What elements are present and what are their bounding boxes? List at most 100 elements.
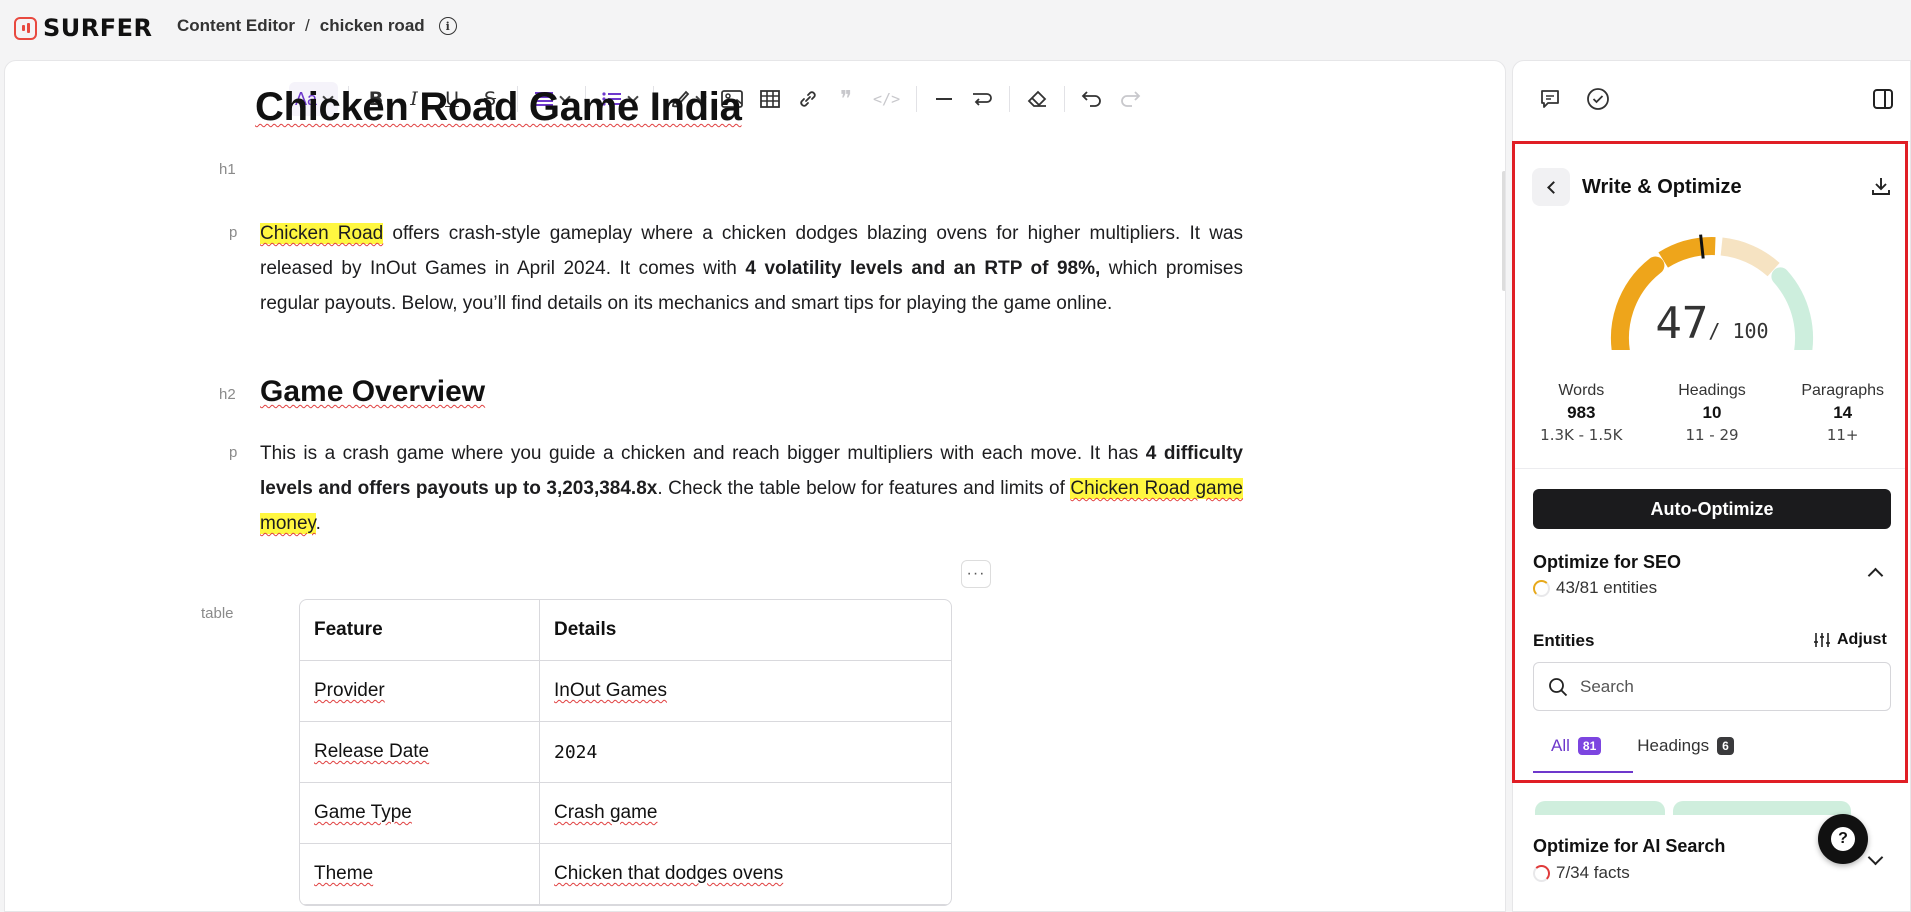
comments-button[interactable] bbox=[1537, 86, 1563, 112]
entity-search-input[interactable]: Search bbox=[1533, 662, 1891, 711]
p-tag-2: p bbox=[229, 444, 238, 461]
download-button[interactable] bbox=[1870, 175, 1892, 202]
ai-section-title[interactable]: Optimize for AI Search bbox=[1533, 836, 1725, 857]
download-icon bbox=[1872, 178, 1890, 195]
code-icon: </> bbox=[873, 90, 901, 108]
search-placeholder: Search bbox=[1580, 676, 1634, 696]
search-icon bbox=[1549, 677, 1568, 696]
panel-toggle-button[interactable] bbox=[1872, 88, 1894, 115]
eraser-icon bbox=[1027, 90, 1047, 107]
seo-progress: 43/81 entities bbox=[1533, 578, 1657, 598]
breadcrumb-section[interactable]: Content Editor bbox=[177, 16, 295, 36]
back-button[interactable] bbox=[1532, 168, 1570, 206]
score-max: / 100 bbox=[1708, 319, 1769, 343]
line-break-button[interactable] bbox=[965, 82, 999, 116]
quote-button[interactable]: ❞ bbox=[829, 82, 863, 116]
table-cell[interactable]: InOut Games bbox=[540, 661, 951, 722]
top-bar: SURFER Content Editor / chicken road i bbox=[0, 0, 1911, 54]
entities-title: Entities bbox=[1533, 631, 1595, 650]
paragraph-2[interactable]: This is a crash game where you guide a c… bbox=[260, 436, 1244, 541]
help-icon: ? bbox=[1831, 827, 1855, 851]
table-cell[interactable]: Crash game bbox=[540, 783, 951, 844]
heading-2[interactable]: Game Overview bbox=[260, 375, 485, 409]
progress-ring-icon bbox=[1533, 864, 1550, 882]
tab-headings[interactable]: Headings 6 bbox=[1619, 733, 1752, 759]
entity-tabs: All 81 Headings 6 bbox=[1533, 733, 1752, 759]
help-button[interactable]: ? bbox=[1818, 814, 1868, 864]
highlighted-keyword: Chicken Road bbox=[260, 223, 384, 244]
entity-chip[interactable] bbox=[1673, 801, 1851, 815]
count-badge: 81 bbox=[1577, 737, 1602, 755]
table-row: Game Type Crash game bbox=[300, 783, 951, 844]
sliders-icon bbox=[1814, 633, 1830, 647]
content-stats: Words 983 1.3K - 1.5K Headings 10 11 - 2… bbox=[1516, 382, 1908, 444]
table-cell[interactable]: Theme bbox=[300, 844, 540, 905]
table-header-row: Feature Details bbox=[300, 600, 951, 661]
active-tab-indicator bbox=[1533, 771, 1633, 773]
features-table: Feature Details Provider InOut Games Rel… bbox=[299, 599, 952, 906]
redo-icon bbox=[1121, 91, 1141, 107]
line-break-icon bbox=[973, 93, 993, 106]
undo-button[interactable] bbox=[1075, 82, 1109, 116]
breadcrumb: Content Editor / chicken road i bbox=[177, 16, 457, 36]
link-button[interactable] bbox=[791, 82, 825, 116]
heading-1[interactable]: Chicken Road Game India bbox=[255, 85, 742, 130]
panel-title: Write & Optimize bbox=[1582, 175, 1742, 198]
table-tag: table bbox=[201, 605, 234, 622]
gauge-segment-good bbox=[1720, 237, 1780, 277]
table-cell[interactable]: Provider bbox=[300, 661, 540, 722]
paragraph-1[interactable]: Chicken Road offers crash-style gameplay… bbox=[260, 216, 1243, 321]
entity-chips bbox=[1535, 801, 1851, 815]
table-row: Theme Chicken that dodges ovens bbox=[300, 844, 951, 905]
scrollbar[interactable] bbox=[1502, 171, 1505, 291]
table-header[interactable]: Feature bbox=[300, 600, 540, 661]
table-cell[interactable]: 2024 bbox=[540, 722, 951, 783]
table-header[interactable]: Details bbox=[540, 600, 951, 661]
count-badge: 6 bbox=[1717, 737, 1734, 755]
logo-text: SURFER bbox=[43, 14, 153, 42]
surfer-logo[interactable]: SURFER bbox=[14, 14, 153, 42]
table-cell[interactable]: Release Date bbox=[300, 722, 540, 783]
comment-icon bbox=[1541, 90, 1559, 108]
table-row: Provider InOut Games bbox=[300, 661, 951, 722]
auto-optimize-button[interactable]: Auto-Optimize bbox=[1533, 489, 1891, 529]
stat-words: Words 983 1.3K - 1.5K bbox=[1540, 382, 1623, 444]
table-icon bbox=[760, 90, 780, 108]
score-value: 47 bbox=[1655, 298, 1709, 349]
info-icon[interactable]: i bbox=[438, 17, 457, 35]
stat-headings: Headings 10 11 - 29 bbox=[1678, 382, 1746, 444]
breadcrumb-separator: / bbox=[305, 16, 310, 35]
progress-ring-icon bbox=[1533, 579, 1550, 597]
table-cell[interactable]: Chicken that dodges ovens bbox=[540, 844, 951, 905]
ai-progress: 7/34 facts bbox=[1533, 863, 1630, 883]
entity-chip[interactable] bbox=[1535, 801, 1665, 815]
panel-icon-bar bbox=[1537, 86, 1611, 112]
check-button[interactable] bbox=[1585, 86, 1611, 112]
breadcrumb-document[interactable]: chicken road bbox=[320, 16, 425, 36]
h1-tag: h1 bbox=[219, 161, 236, 178]
horizontal-rule-icon bbox=[936, 98, 953, 100]
sidebar-layout-icon bbox=[1873, 89, 1893, 109]
table-cell[interactable]: Game Type bbox=[300, 783, 540, 844]
gauge-segment-mid bbox=[1658, 237, 1716, 268]
stat-paragraphs: Paragraphs 14 11+ bbox=[1801, 382, 1885, 444]
block-menu-button[interactable]: ··· bbox=[961, 560, 991, 588]
chevron-left-icon bbox=[1546, 180, 1560, 194]
logo-icon bbox=[14, 16, 37, 40]
h2-tag: h2 bbox=[219, 386, 236, 403]
check-circle-icon bbox=[1587, 88, 1609, 110]
score-display: 47/ 100 bbox=[1592, 298, 1832, 349]
divider-button[interactable] bbox=[927, 82, 961, 116]
clear-format-button[interactable] bbox=[1020, 82, 1054, 116]
link-icon bbox=[800, 91, 816, 107]
tab-all[interactable]: All 81 bbox=[1533, 733, 1619, 759]
code-button[interactable]: </> bbox=[867, 82, 906, 116]
table-row: Release Date 2024 bbox=[300, 722, 951, 783]
seo-section-title[interactable]: Optimize for SEO bbox=[1533, 552, 1681, 573]
write-optimize-header: Write & Optimize bbox=[1532, 167, 1892, 207]
p-tag-1: p bbox=[229, 224, 238, 241]
table-button[interactable] bbox=[753, 82, 787, 116]
adjust-button[interactable]: Adjust bbox=[1813, 631, 1887, 649]
redo-button[interactable] bbox=[1113, 82, 1147, 116]
quote-icon: ❞ bbox=[840, 86, 852, 112]
